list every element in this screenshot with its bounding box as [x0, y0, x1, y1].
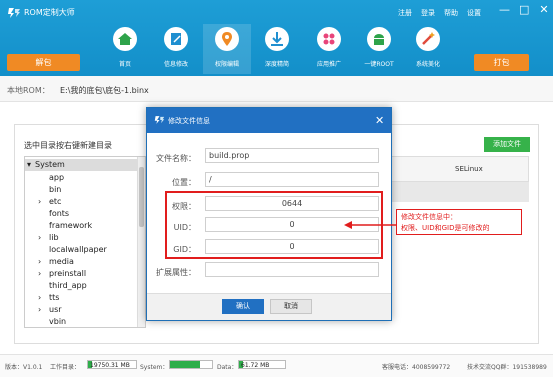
- tree-item-bin[interactable]: bin: [49, 184, 61, 196]
- maximize-icon[interactable]: □: [519, 4, 529, 16]
- uid-label: UID：: [173, 223, 196, 232]
- dialog-close-icon[interactable]: ✕: [375, 114, 384, 127]
- permission-field[interactable]: 0644: [205, 196, 379, 211]
- tab-info-edit[interactable]: 信息修改: [152, 24, 200, 74]
- app-logo-icon: [154, 116, 165, 124]
- system-usage-bar: [169, 360, 213, 369]
- workdir-label: 工作目录：: [50, 364, 81, 371]
- tab-info-edit-label: 信息修改: [163, 61, 188, 68]
- gid-label: GID：: [173, 245, 196, 254]
- expand-arrow-icon[interactable]: ›: [38, 196, 49, 208]
- minimize-icon[interactable]: —: [499, 4, 510, 16]
- tab-home-label: 首页: [118, 61, 131, 68]
- filename-field[interactable]: build.prop: [205, 148, 379, 163]
- tree-item-etc[interactable]: › etc: [38, 196, 61, 208]
- dialog-title: 修改文件信息: [168, 117, 210, 125]
- unpack-button[interactable]: 解包: [7, 54, 80, 71]
- tree-item-framework[interactable]: framework: [49, 220, 92, 232]
- location-pin-icon: [215, 27, 239, 51]
- dialog-footer: [147, 293, 391, 320]
- apps-icon: [317, 27, 341, 51]
- tab-home[interactable]: 首页: [101, 24, 149, 74]
- tree-root[interactable]: ▾ System: [25, 159, 138, 171]
- workdir-usage-bar: 19750.31 MB: [87, 360, 137, 369]
- table-row[interactable]: [385, 182, 529, 202]
- expand-arrow-icon[interactable]: ›: [38, 304, 49, 316]
- annotation-arrow-icon: [344, 221, 399, 229]
- annotation-line-2: 权限、UID和GID是可修改的: [401, 224, 490, 232]
- column-header-selinux[interactable]: SELinux: [455, 165, 483, 173]
- top-links: 注册 登录 帮助 设置: [398, 8, 481, 18]
- dialog-title-bar[interactable]: 修改文件信息 ✕: [147, 108, 391, 133]
- register-link[interactable]: 注册: [398, 8, 412, 18]
- app-logo-icon: [8, 8, 20, 18]
- android-icon: [367, 27, 391, 51]
- expand-arrow-icon[interactable]: ›: [38, 292, 49, 304]
- expand-arrow-icon[interactable]: ›: [38, 256, 49, 268]
- gid-field[interactable]: 0: [205, 239, 379, 254]
- expand-arrow-icon[interactable]: ›: [38, 232, 49, 244]
- edit-icon: [164, 27, 188, 51]
- tab-deep-slim[interactable]: 深度精简: [253, 24, 301, 74]
- tab-one-click-root[interactable]: 一键ROOT: [355, 24, 403, 74]
- expand-arrow-icon[interactable]: ›: [38, 268, 49, 280]
- login-link[interactable]: 登录: [421, 8, 435, 18]
- tree-root-label: System: [35, 160, 65, 169]
- magic-wand-icon: [416, 27, 440, 51]
- home-icon: [113, 27, 137, 51]
- tree-item-third-app[interactable]: third_app: [49, 280, 87, 292]
- scrollbar-thumb[interactable]: [139, 167, 144, 227]
- app-title: ROM定制大师: [24, 8, 75, 17]
- tree-item-fonts[interactable]: fonts: [49, 208, 69, 220]
- help-link[interactable]: 帮助: [444, 8, 458, 18]
- data-label: Data：: [217, 364, 238, 371]
- location-label: 位置：: [172, 178, 196, 187]
- cancel-button[interactable]: 取消: [270, 299, 312, 314]
- add-file-button[interactable]: 添加文件: [484, 137, 530, 152]
- rom-label: 本地ROM：: [7, 86, 50, 95]
- data-usage-bar: 61.72 MB: [238, 360, 286, 369]
- tree-item-media[interactable]: › media: [38, 256, 74, 268]
- filename-label: 文件名称：: [156, 154, 196, 163]
- hotline-text: 客服电话：4008599772: [382, 364, 451, 371]
- rom-path: E:\我的底包\底包-1.binx: [60, 86, 149, 95]
- tab-deep-slim-label: 深度精简: [264, 61, 289, 68]
- tree-scrollbar[interactable]: [137, 157, 145, 327]
- ext-attr-field[interactable]: [205, 262, 379, 277]
- confirm-button[interactable]: 确认: [222, 299, 264, 314]
- tree-item-vbin[interactable]: vbin: [49, 316, 66, 327]
- tree-item-preinstall[interactable]: › preinstall: [38, 268, 86, 280]
- tab-permission-edit-label: 权限编辑: [214, 61, 239, 68]
- window-controls: — □ ✕: [499, 4, 549, 16]
- tree-item-tts[interactable]: › tts: [38, 292, 59, 304]
- tab-permission-edit[interactable]: 权限编辑: [203, 24, 251, 74]
- annotation-line-1: 修改文件信息中：: [401, 213, 457, 221]
- header-bar: ROM定制大师 注册 登录 帮助 设置 — □ ✕ 首页 信息修改 权限编辑 深…: [0, 0, 553, 76]
- tree-item-app[interactable]: app: [49, 172, 64, 184]
- tab-one-click-root-label: 一键ROOT: [364, 61, 394, 68]
- permission-label: 权限：: [172, 202, 196, 211]
- ext-attr-label: 扩展属性：: [156, 268, 196, 277]
- tab-app-promo-label: 应用推广: [316, 61, 341, 68]
- close-icon[interactable]: ✕: [539, 4, 549, 16]
- tree-item-usr[interactable]: › usr: [38, 304, 62, 316]
- tree-title: 选中目录按右键新建目录: [24, 141, 112, 150]
- directory-tree[interactable]: ▾ System app bin › etc fonts framework › li…: [24, 156, 146, 328]
- download-icon: [265, 27, 289, 51]
- tree-item-lib[interactable]: › lib: [38, 232, 59, 244]
- rom-path-bar: 本地ROM： E:\我的底包\底包-1.binx: [0, 76, 553, 102]
- pack-button[interactable]: 打包: [474, 54, 529, 71]
- tab-app-promo[interactable]: 应用推广: [305, 24, 353, 74]
- version-text: 版本：V1.0.1: [5, 364, 43, 371]
- qq-group-text: 技术交流QQ群：191538989: [467, 364, 547, 371]
- system-label: System：: [140, 364, 169, 371]
- workdir-value: 19750.31 MB: [90, 362, 130, 369]
- tree-item-localwallpaper[interactable]: localwallpaper: [49, 244, 107, 256]
- collapse-arrow-icon[interactable]: ▾: [25, 159, 35, 171]
- settings-link[interactable]: 设置: [467, 8, 481, 18]
- data-value: 61.72 MB: [241, 362, 270, 369]
- tab-system-theme[interactable]: 系统美化: [404, 24, 452, 74]
- location-field[interactable]: /: [205, 172, 379, 187]
- tab-system-theme-label: 系统美化: [415, 61, 440, 68]
